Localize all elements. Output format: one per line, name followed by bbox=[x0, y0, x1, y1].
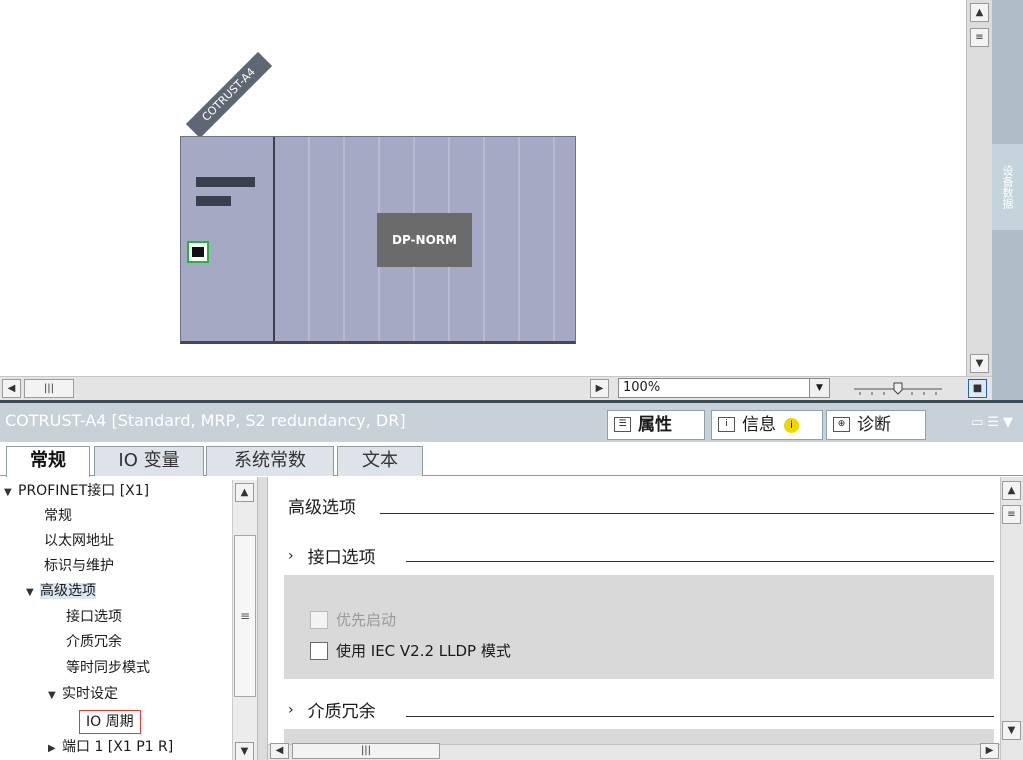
interface-options-panel: 优先启动 使用 IEC V2.2 LLDP 模式 bbox=[284, 575, 994, 679]
chevron-right-icon: › bbox=[288, 701, 294, 718]
priority-startup-checkbox bbox=[310, 610, 328, 629]
scroll-right-button[interactable]: ▶ bbox=[590, 379, 609, 398]
inspector-tabs: 常规 IO 变量 系统常数 文本 bbox=[0, 442, 1023, 477]
expand-arrow-icon: ▼ bbox=[4, 487, 12, 498]
iec-lldp-label: 使用 IEC V2.2 LLDP 模式 bbox=[336, 642, 511, 660]
tree-scrollbar[interactable]: ▲ ≡ ▼ bbox=[232, 480, 257, 760]
priority-startup-label: 优先启动 bbox=[336, 611, 397, 629]
tree-item-advanced-options[interactable]: ▼ 高级选项 bbox=[26, 579, 96, 604]
content-horizontal-scrollbar[interactable]: ◀ ||| ▶ bbox=[268, 743, 1000, 760]
priority-startup-option: 优先启动 bbox=[310, 609, 396, 630]
diagnostics-icon: ⊕ bbox=[833, 417, 850, 432]
tab-info[interactable]: i 信息 i bbox=[711, 410, 823, 440]
iec-lldp-checkbox[interactable] bbox=[310, 641, 328, 660]
tab-io-tags[interactable]: IO 变量 bbox=[94, 446, 204, 476]
head-module-indicator-short bbox=[196, 196, 231, 206]
tree-item-port-1[interactable]: ▶ 端口 1 [X1 P1 R] bbox=[48, 735, 173, 760]
tree-item-interface-options[interactable]: 接口选项 bbox=[66, 605, 122, 630]
device-data-side-tab[interactable]: 设备数据 bbox=[992, 144, 1023, 230]
canvas-vertical-scrollbar[interactable]: ▲ ≡ ▼ bbox=[966, 0, 992, 376]
info-badge-icon: i bbox=[784, 418, 799, 433]
iec-lldp-option[interactable]: 使用 IEC V2.2 LLDP 模式 bbox=[310, 640, 511, 661]
content-vertical-scrollbar[interactable]: ▲ ≡ ▼ bbox=[1000, 477, 1023, 760]
tab-info-label: 信息 bbox=[742, 415, 776, 435]
tab-properties-label: 属性 bbox=[638, 415, 672, 435]
scroll-left-button[interactable]: ◀ bbox=[2, 379, 21, 398]
head-module-indicator bbox=[196, 177, 255, 187]
tree-item-isochronous-mode[interactable]: 等时同步模式 bbox=[66, 656, 150, 681]
expand-arrow-icon: ▼ bbox=[48, 690, 56, 701]
dp-norm-module[interactable]: DP-NORM bbox=[377, 213, 472, 267]
zoom-slider[interactable] bbox=[852, 381, 944, 397]
tree-item-ethernet-address[interactable]: 以太网地址 bbox=[44, 529, 114, 554]
content-hscroll-thumb[interactable]: ||| bbox=[292, 743, 440, 759]
content-scroll-thumb[interactable]: ≡ bbox=[1002, 505, 1021, 524]
scroll-right-button[interactable]: ▶ bbox=[980, 743, 999, 759]
scroll-left-button[interactable]: ◀ bbox=[270, 743, 289, 759]
inspector-title: COTRUST-A4 [Standard, MRP, S2 redundancy… bbox=[5, 411, 406, 430]
tree-item-label: 端口 1 [X1 P1 R] bbox=[62, 739, 174, 755]
properties-content: 高级选项 › 接口选项 优先启动 使用 IEC V2.2 LLDP 模式 › 介质冗… bbox=[268, 477, 1000, 760]
scroll-up-button[interactable]: ▲ bbox=[970, 3, 989, 22]
inspector-title-bar: COTRUST-A4 [Standard, MRP, S2 redundancy… bbox=[0, 400, 1023, 442]
tree-item-general[interactable]: 常规 bbox=[44, 504, 72, 529]
scroll-down-button[interactable]: ▼ bbox=[970, 354, 989, 373]
tab-diagnostics[interactable]: ⊕ 诊断 bbox=[826, 410, 926, 440]
zoom-select[interactable]: 100% ▼ bbox=[618, 378, 830, 398]
section-interface-options-header[interactable]: › 接口选项 bbox=[288, 543, 376, 569]
port-connector bbox=[192, 247, 204, 257]
section-advanced-options-title: 高级选项 bbox=[288, 498, 356, 518]
collapse-arrow-icon: ▶ bbox=[48, 743, 56, 754]
expand-arrow-icon: ▼ bbox=[26, 587, 34, 598]
device-rack[interactable]: DP-NORM bbox=[180, 136, 576, 344]
window-controls[interactable]: ▭☰▼ bbox=[971, 415, 1017, 430]
canvas-horizontal-toolbar: ◀ ||| ▶ ■ bbox=[0, 376, 992, 400]
chevron-right-icon: › bbox=[288, 547, 294, 564]
tab-properties[interactable]: ☰ 属性 bbox=[607, 410, 705, 440]
device-view-canvas[interactable]: COTRUST-A4 DP-NORM bbox=[0, 0, 966, 376]
profinet-port-icon[interactable] bbox=[187, 241, 209, 263]
tab-texts[interactable]: 文本 bbox=[337, 446, 423, 476]
tree-scroll-thumb[interactable]: ≡ bbox=[234, 535, 256, 697]
tab-diagnostics-label: 诊断 bbox=[857, 415, 891, 435]
tree-item-label: 实时设定 bbox=[62, 686, 118, 702]
tab-general[interactable]: 常规 bbox=[6, 446, 90, 477]
properties-icon: ☰ bbox=[614, 417, 631, 432]
tree-item-media-redundancy[interactable]: 介质冗余 bbox=[66, 630, 122, 655]
tree-item-label: PROFINET接口 [X1] bbox=[18, 483, 150, 499]
overview-navigation-icon[interactable]: ■ bbox=[968, 379, 987, 398]
scroll-down-button[interactable]: ▼ bbox=[235, 742, 254, 760]
scroll-up-button[interactable]: ▲ bbox=[235, 483, 254, 502]
section-divider bbox=[380, 513, 994, 514]
panel-splitter[interactable] bbox=[257, 477, 268, 760]
zoom-value: 100% bbox=[623, 380, 661, 395]
tree-item-identification[interactable]: 标识与维护 bbox=[44, 554, 114, 579]
section-interface-options-title: 接口选项 bbox=[307, 548, 376, 568]
section-divider bbox=[406, 716, 994, 717]
horizontal-scroll-thumb[interactable]: ||| bbox=[24, 379, 74, 398]
section-media-redundancy-header[interactable]: › 介质冗余 bbox=[288, 697, 376, 723]
scroll-thumb[interactable]: ≡ bbox=[970, 28, 989, 47]
scroll-up-button[interactable]: ▲ bbox=[1002, 481, 1021, 500]
section-media-redundancy-title: 介质冗余 bbox=[307, 702, 376, 722]
tab-system-constants[interactable]: 系统常数 bbox=[206, 446, 334, 476]
info-icon: i bbox=[718, 417, 735, 432]
tree-item-label: 高级选项 bbox=[40, 583, 96, 599]
tree-item-realtime-settings[interactable]: ▼ 实时设定 bbox=[48, 682, 118, 707]
section-divider bbox=[406, 561, 994, 562]
device-name-tag[interactable]: COTRUST-A4 bbox=[185, 51, 273, 139]
scroll-down-button[interactable]: ▼ bbox=[1002, 721, 1021, 740]
navigation-tree: ▼ PROFINET接口 [X1] 常规 以太网地址 标识与维护 ▼ 高级选项 接口… bbox=[0, 477, 232, 760]
tree-item-profinet-interface[interactable]: ▼ PROFINET接口 [X1] bbox=[4, 479, 149, 504]
tree-item-io-cycle[interactable]: IO 周期 bbox=[79, 710, 141, 734]
chevron-down-icon[interactable]: ▼ bbox=[809, 379, 829, 397]
